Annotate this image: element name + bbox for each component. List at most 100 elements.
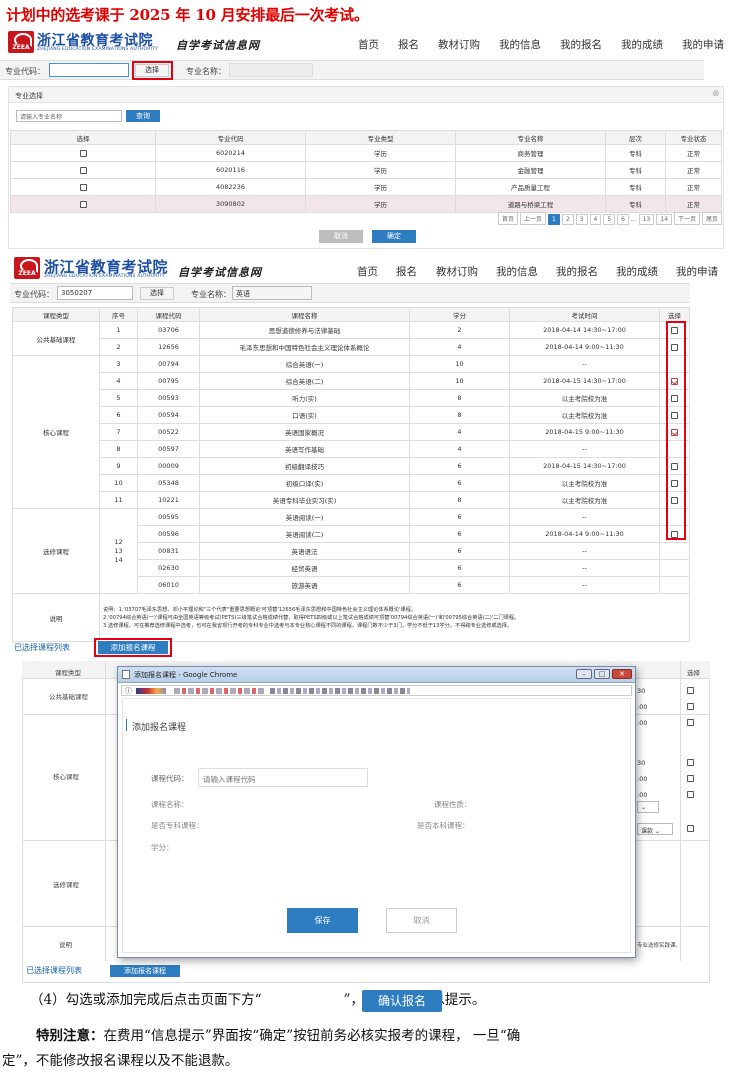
table-row[interactable]: 3090802 学历 道路与桥梁工程 专科 正常 bbox=[10, 195, 722, 213]
course-checkbox[interactable] bbox=[687, 775, 694, 782]
special-note-line-2: 定”，不能修改报名课程以及不能退款。 bbox=[2, 1053, 239, 1069]
col-type: 专业类型 bbox=[305, 130, 456, 145]
special-note-line-1: 特别注意：在费用“信息提示”界面按“确定”按钮前务必核实报考的课程， 一旦“确 bbox=[36, 1028, 521, 1044]
course-checkbox[interactable] bbox=[687, 791, 694, 798]
table-row: 9 00009 初级翻译技巧 6 2018-04-15 14:30~17:00 bbox=[13, 457, 690, 475]
col-select: 选择 bbox=[687, 669, 700, 677]
selected-course-list-link[interactable]: 已选择课程列表 bbox=[26, 965, 82, 976]
course-checkbox[interactable] bbox=[687, 825, 694, 832]
nav-my-applications[interactable]: 我的申请 bbox=[682, 37, 724, 52]
row-radio[interactable] bbox=[79, 183, 87, 191]
row-radio[interactable] bbox=[79, 200, 87, 208]
page-6[interactable]: 6 bbox=[617, 214, 629, 225]
course-code-input[interactable]: 请输入课程代码 bbox=[198, 768, 368, 787]
time-fragments: 30 :00 :00 bbox=[637, 687, 648, 727]
explain-row: 说明 说明：1.'03707毛泽东思想、邓小平理论和"三个代表"重要思想概论'可顶… bbox=[12, 593, 690, 642]
page-prev[interactable]: 上一页 bbox=[520, 212, 547, 225]
fragment-select[interactable]: ⌄ bbox=[637, 801, 659, 813]
cancel-button[interactable]: 取消 bbox=[319, 230, 363, 243]
table-row[interactable]: 6020116 学历 金融管理 专科 正常 bbox=[10, 161, 722, 179]
major-code-input[interactable] bbox=[49, 63, 129, 77]
nav-my-scores[interactable]: 我的成绩 bbox=[616, 264, 676, 279]
right-note: 专业选修实践课。 bbox=[637, 943, 682, 949]
page-last[interactable]: 尾页 bbox=[702, 212, 723, 225]
selected-course-list-link[interactable]: 已选择课程列表 bbox=[14, 642, 70, 653]
dialog-heading: 添加报名课程 bbox=[132, 723, 187, 733]
page-next[interactable]: 下一页 bbox=[674, 212, 701, 225]
nav-my-registration[interactable]: 我的报名 bbox=[560, 37, 621, 52]
query-button[interactable]: 查询 bbox=[126, 110, 160, 122]
major-code-input[interactable]: 3050207 bbox=[57, 286, 133, 300]
row-radio[interactable] bbox=[79, 149, 87, 157]
col-divider bbox=[680, 661, 681, 961]
course-code-label: 课程代码： bbox=[151, 774, 189, 783]
select-major-button[interactable]: 选择 bbox=[140, 287, 174, 300]
course-checkbox[interactable] bbox=[687, 719, 694, 726]
close-icon[interactable]: ✕ bbox=[612, 669, 632, 679]
confirm-button[interactable]: 确定 bbox=[372, 230, 416, 243]
col-divider bbox=[105, 661, 106, 961]
nav-my-applications[interactable]: 我的申请 bbox=[676, 264, 718, 279]
page-4[interactable]: 4 bbox=[589, 214, 602, 225]
row-radio[interactable] bbox=[79, 166, 87, 174]
col-level: 层次 bbox=[605, 130, 666, 145]
nav-home[interactable]: 首页 bbox=[358, 37, 398, 52]
course-checkbox[interactable] bbox=[687, 759, 694, 766]
org-name-en: ZHEJIANG EDUCATION EXAMINATIONS AUTHORIT… bbox=[44, 274, 165, 279]
redacted-url bbox=[270, 688, 410, 694]
nav-register[interactable]: 报名 bbox=[398, 37, 438, 52]
page-5[interactable]: 5 bbox=[603, 214, 616, 225]
course-checkbox[interactable] bbox=[687, 687, 694, 694]
nav-textbook[interactable]: 教材订购 bbox=[438, 37, 499, 52]
type-elective: 选修课程 bbox=[53, 881, 79, 889]
table-row: 8 00597 英语写作基础 4 -- bbox=[13, 440, 690, 458]
page-2[interactable]: 2 bbox=[561, 214, 574, 225]
table-row: 4 00795 综合英语(二) 10 2018-04-15 14:30~17:00 bbox=[13, 372, 690, 390]
is-specialist-label: 是否专科课程： bbox=[151, 821, 204, 830]
page-14[interactable]: 14 bbox=[656, 214, 673, 225]
page-first[interactable]: 首页 bbox=[498, 212, 519, 225]
close-icon[interactable]: ⊗ bbox=[712, 89, 720, 99]
fragment-select-2[interactable]: 课款 ⌄ bbox=[637, 823, 673, 835]
col-course-name: 课程名称 bbox=[199, 307, 410, 322]
nav-textbook[interactable]: 教材订购 bbox=[436, 264, 496, 279]
table-row[interactable]: 4082236 学历 产品质量工程 专科 正常 bbox=[10, 178, 722, 196]
info-icon: ⓘ bbox=[125, 687, 132, 695]
minimize-icon[interactable]: – bbox=[576, 669, 592, 679]
explain-label: 说明 bbox=[12, 593, 100, 642]
page-1[interactable]: 1 bbox=[548, 214, 560, 225]
system-name: 自学考试信息网 bbox=[178, 266, 262, 279]
save-button[interactable]: 保存 bbox=[287, 908, 358, 933]
nav-my-registration[interactable]: 我的报名 bbox=[556, 264, 616, 279]
course-checkbox[interactable] bbox=[687, 703, 694, 710]
major-search-input[interactable]: 请输入专业名称 bbox=[16, 110, 122, 122]
nav-my-info[interactable]: 我的信息 bbox=[499, 37, 560, 52]
col-select: 选择 bbox=[659, 307, 690, 322]
time-fragments-2: 30 :00 :00 bbox=[637, 759, 648, 799]
cancel-button[interactable]: 取消 bbox=[386, 908, 457, 933]
nav-my-scores[interactable]: 我的成绩 bbox=[621, 37, 682, 52]
page-13[interactable]: 13 bbox=[638, 214, 655, 225]
col-course-code: 课程代码 bbox=[137, 307, 200, 322]
table-row: 核心课程 3 00794 综合英语(一) 10 -- bbox=[12, 355, 690, 509]
major-code-label: 专业代码： bbox=[5, 67, 45, 76]
nav-my-info[interactable]: 我的信息 bbox=[496, 264, 556, 279]
type-public: 公共基础课程 bbox=[12, 321, 100, 356]
maximize-icon[interactable]: □ bbox=[594, 669, 610, 679]
table-row[interactable]: 6020214 学历 商务管理 专科 正常 bbox=[10, 144, 722, 162]
add-course-button[interactable]: 添加报名课程 bbox=[110, 965, 180, 977]
system-name: 自学考试信息网 bbox=[176, 39, 260, 52]
col-course-type: 课程类型 bbox=[55, 669, 81, 677]
course-nature-label: 课程性质： bbox=[434, 800, 472, 809]
site-header-1: ZEEA 浙江省教育考试院 ZHEJIANG EDUCATION EXAMINA… bbox=[0, 29, 735, 55]
dialog-titlebar: 添加报名课程 - Google Chrome bbox=[118, 667, 635, 683]
table-row: 5 00593 听力(实) 8 以主考院校为准 bbox=[13, 389, 690, 407]
dialog-titlebar bbox=[9, 87, 723, 103]
col-credit: 学分 bbox=[409, 307, 510, 322]
nav-register[interactable]: 报名 bbox=[396, 264, 436, 279]
nav-home[interactable]: 首页 bbox=[357, 264, 396, 279]
major-code-label: 专业代码： bbox=[14, 290, 54, 299]
page-3[interactable]: 3 bbox=[575, 214, 588, 225]
address-bar[interactable]: ⓘ bbox=[121, 685, 632, 696]
highlight-box bbox=[666, 321, 686, 540]
